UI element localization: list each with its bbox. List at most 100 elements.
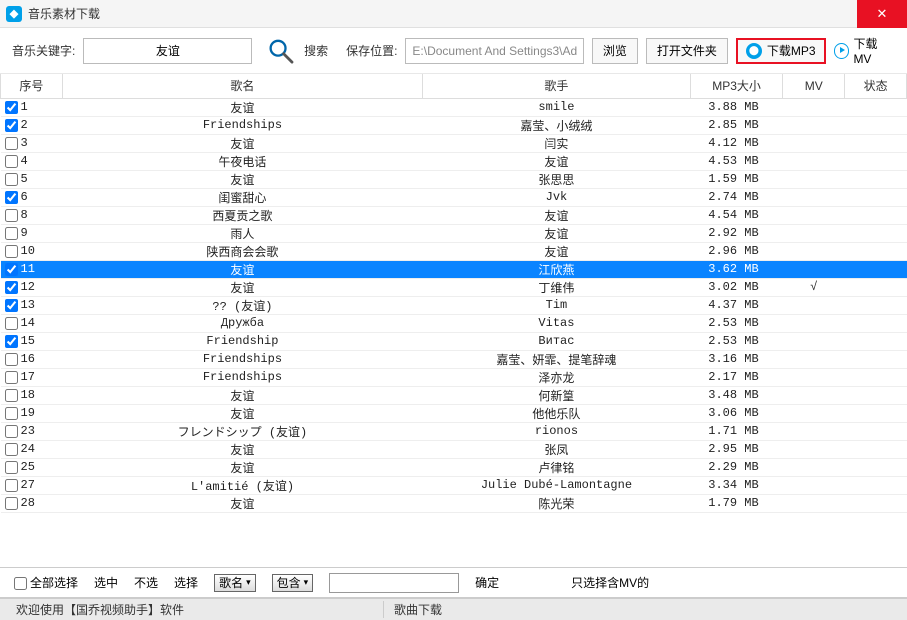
- cell-state: [845, 350, 907, 368]
- search-icon[interactable]: [266, 36, 296, 66]
- table-row[interactable]: 19友谊他他乐队3.06 MB: [1, 404, 907, 422]
- contain-dropdown[interactable]: 包含: [272, 574, 314, 592]
- cell-song: 友谊: [62, 260, 422, 278]
- cell-mv: [783, 458, 845, 476]
- row-checkbox[interactable]: [5, 281, 18, 294]
- search-label[interactable]: 搜索: [304, 42, 328, 59]
- row-checkbox[interactable]: [5, 353, 18, 366]
- cell-size: 1.79 MB: [690, 494, 783, 512]
- header-mv[interactable]: MV: [783, 74, 845, 98]
- header-song[interactable]: 歌名: [62, 74, 422, 98]
- cell-artist: 嘉莹、妍霏、提笔辞魂: [423, 350, 691, 368]
- download-mv-button[interactable]: 下载MV: [834, 35, 895, 66]
- cell-size: 4.53 MB: [690, 152, 783, 170]
- cell-song: 友谊: [62, 458, 422, 476]
- cell-song: 西夏贡之歌: [62, 206, 422, 224]
- header-artist[interactable]: 歌手: [423, 74, 691, 98]
- close-button[interactable]: ✕: [857, 0, 907, 28]
- table-row[interactable]: 5友谊张思思1.59 MB: [1, 170, 907, 188]
- row-checkbox[interactable]: [5, 209, 18, 222]
- cell-mv: [783, 170, 845, 188]
- cell-mv: [783, 422, 845, 440]
- cell-artist: Vitas: [423, 314, 691, 332]
- row-checkbox[interactable]: [5, 461, 18, 474]
- cell-mv: [783, 224, 845, 242]
- table-row[interactable]: 18友谊何新篁3.48 MB: [1, 386, 907, 404]
- cell-state: [845, 278, 907, 296]
- table-row[interactable]: 8西夏贡之歌友谊4.54 MB: [1, 206, 907, 224]
- cell-state: [845, 152, 907, 170]
- row-checkbox[interactable]: [5, 443, 18, 456]
- row-checkbox[interactable]: [5, 173, 18, 186]
- table-row[interactable]: 25友谊卢律铭2.29 MB: [1, 458, 907, 476]
- table-row[interactable]: 10陕西商会会歌友谊2.96 MB: [1, 242, 907, 260]
- ok-button[interactable]: 确定: [475, 574, 499, 591]
- download-mp3-button[interactable]: ⬤下载MP3: [736, 38, 826, 64]
- row-checkbox[interactable]: [5, 389, 18, 402]
- cell-mv: [783, 314, 845, 332]
- table-row[interactable]: 6闺蜜甜心Jvk2.74 MB: [1, 188, 907, 206]
- table-row[interactable]: 1友谊smile3.88 MB: [1, 98, 907, 116]
- select-in-button[interactable]: 选中: [94, 574, 118, 591]
- cell-mv: [783, 242, 845, 260]
- row-checkbox[interactable]: [5, 227, 18, 240]
- cell-mv: [783, 476, 845, 494]
- row-checkbox[interactable]: [5, 317, 18, 330]
- cell-mv: [783, 206, 845, 224]
- row-checkbox[interactable]: [5, 407, 18, 420]
- row-checkbox[interactable]: [5, 155, 18, 168]
- row-checkbox[interactable]: [5, 245, 18, 258]
- table-row[interactable]: 16Friendships嘉莹、妍霏、提笔辞魂3.16 MB: [1, 350, 907, 368]
- filter-input[interactable]: [329, 573, 459, 593]
- table-row[interactable]: 11友谊江欣燕3.62 MB: [1, 260, 907, 278]
- table-row[interactable]: 24友谊张凤2.95 MB: [1, 440, 907, 458]
- cell-artist: 张凤: [423, 440, 691, 458]
- cell-state: [845, 494, 907, 512]
- field-dropdown[interactable]: 歌名: [214, 574, 256, 592]
- select-all-checkbox[interactable]: 全部选择: [14, 574, 78, 591]
- row-checkbox[interactable]: [5, 479, 18, 492]
- row-checkbox[interactable]: [5, 335, 18, 348]
- table-row[interactable]: 23フレンドシップ (友谊)rionos1.71 MB: [1, 422, 907, 440]
- row-checkbox[interactable]: [5, 371, 18, 384]
- table-row[interactable]: 4午夜电话友谊4.53 MB: [1, 152, 907, 170]
- row-checkbox[interactable]: [5, 425, 18, 438]
- row-checkbox[interactable]: [5, 497, 18, 510]
- table-row[interactable]: 2Friendships嘉莹、小绒绒2.85 MB: [1, 116, 907, 134]
- table-row[interactable]: 15FriendshipВитас2.53 MB: [1, 332, 907, 350]
- results-table-wrap[interactable]: 序号 歌名 歌手 MP3大小 MV 状态 1友谊smile3.88 MB2Fri…: [0, 74, 907, 568]
- row-checkbox[interactable]: [5, 299, 18, 312]
- cell-song: フレンドシップ (友谊): [62, 422, 422, 440]
- open-folder-button[interactable]: 打开文件夹: [646, 38, 728, 64]
- cell-size: 2.85 MB: [690, 116, 783, 134]
- table-row[interactable]: 17Friendships泽亦龙2.17 MB: [1, 368, 907, 386]
- table-row[interactable]: 3友谊闫实4.12 MB: [1, 134, 907, 152]
- save-location-input[interactable]: [405, 38, 583, 64]
- cell-mv: [783, 134, 845, 152]
- row-checkbox[interactable]: [5, 101, 18, 114]
- row-checkbox[interactable]: [5, 191, 18, 204]
- header-index[interactable]: 序号: [1, 74, 63, 98]
- cell-state: [845, 368, 907, 386]
- row-checkbox[interactable]: [5, 119, 18, 132]
- cell-state: [845, 440, 907, 458]
- row-checkbox[interactable]: [5, 263, 18, 276]
- save-location-label: 保存位置:: [346, 42, 397, 59]
- table-row[interactable]: 28友谊陈光荣1.79 MB: [1, 494, 907, 512]
- browse-button[interactable]: 浏览: [592, 38, 638, 64]
- status-right: 歌曲下载: [384, 601, 452, 618]
- table-row[interactable]: 14ДружбаVitas2.53 MB: [1, 314, 907, 332]
- keyword-input[interactable]: [83, 38, 252, 64]
- table-row[interactable]: 9雨人友谊2.92 MB: [1, 224, 907, 242]
- cell-size: 2.92 MB: [690, 224, 783, 242]
- table-row[interactable]: 27L'amitié (友谊)Julie Dubé-Lamontagne3.34…: [1, 476, 907, 494]
- cell-state: [845, 332, 907, 350]
- row-checkbox[interactable]: [5, 137, 18, 150]
- header-state[interactable]: 状态: [845, 74, 907, 98]
- deselect-button[interactable]: 不选: [134, 574, 158, 591]
- mv-only-button[interactable]: 只选择含MV的: [571, 574, 649, 591]
- cell-artist: 丁维伟: [423, 278, 691, 296]
- table-row[interactable]: 13?? (友谊)Tim4.37 MB: [1, 296, 907, 314]
- table-row[interactable]: 12友谊丁维伟3.02 MB√: [1, 278, 907, 296]
- header-size[interactable]: MP3大小: [690, 74, 783, 98]
